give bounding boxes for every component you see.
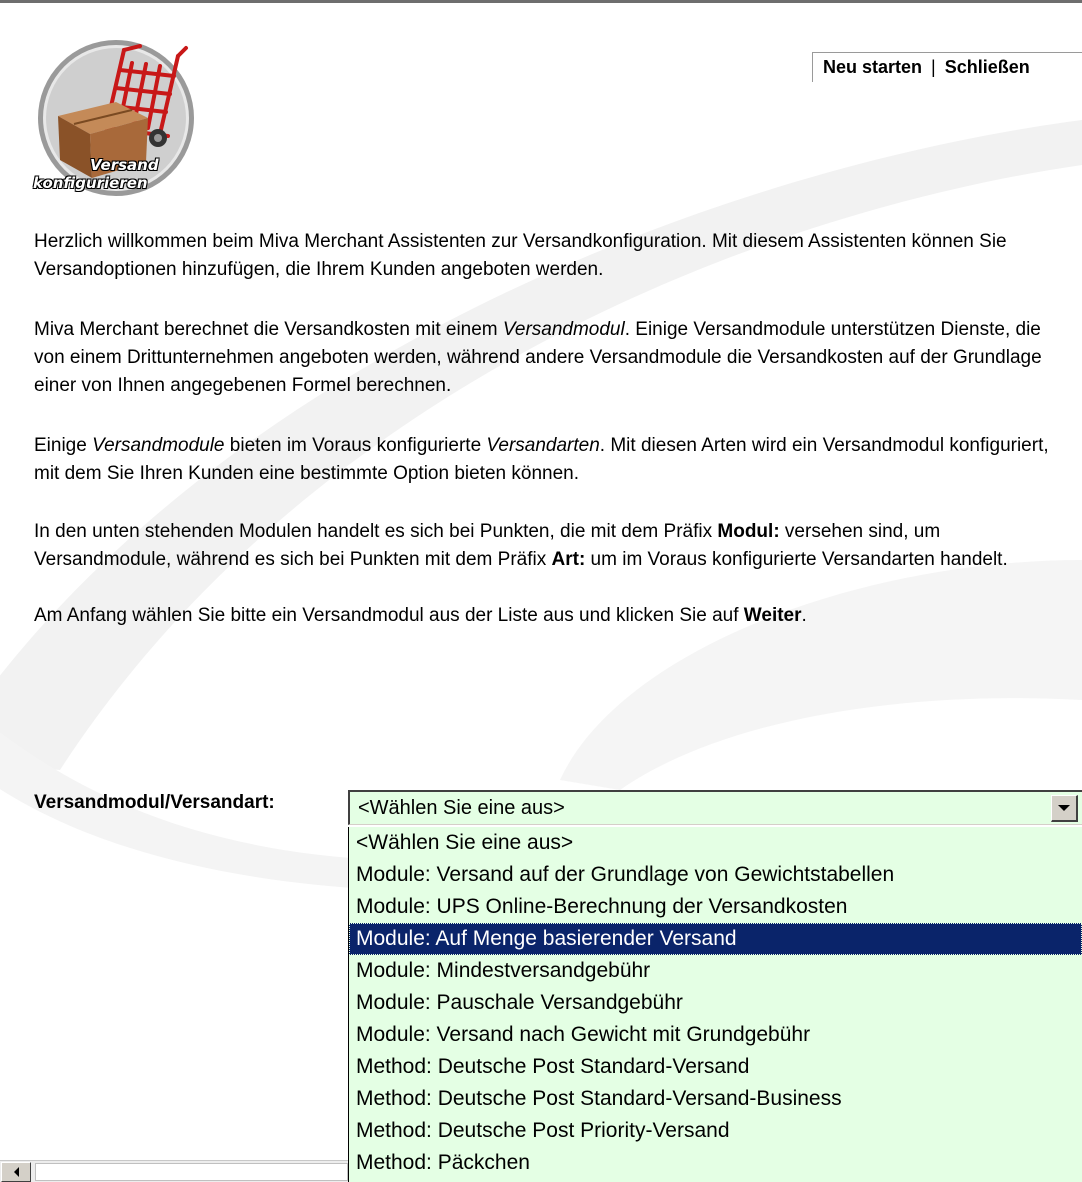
shipping-module-select[interactable]: <Wählen Sie eine aus> (348, 790, 1082, 825)
dropdown-option[interactable]: Method: Deutsche Post Standard-Versand (349, 1051, 1082, 1083)
intro-paragraph-1: Herzlich willkommen beim Miva Merchant A… (34, 231, 1007, 280)
shipping-module-label: Versandmodul/Versandart: (34, 792, 275, 813)
shipping-config-logo: Versand konfigurieren (28, 38, 203, 203)
logo-label-line1: Versand (90, 156, 159, 174)
p3-text-b: bieten im Voraus konfigurierte (224, 435, 487, 456)
p5-strong: Weiter (743, 605, 802, 626)
p2-text-a: Miva Merchant berechnet die Versandkoste… (34, 319, 503, 340)
dropdown-option[interactable]: Method: Päckchen (349, 1147, 1082, 1179)
p3-text-a: Einige (34, 435, 93, 456)
horizontal-scrollbar[interactable] (0, 1160, 348, 1182)
dropdown-option[interactable]: Module: Auf Menge basierender Versand (349, 923, 1082, 955)
dropdown-arrow-button[interactable] (1051, 795, 1078, 822)
intro-paragraph-4: In den unten stehenden Modulen handelt e… (34, 518, 1064, 574)
intro-paragraph-2: Miva Merchant berechnet die Versandkoste… (34, 316, 1064, 400)
dropdown-option[interactable]: Module: Versand auf der Grundlage von Ge… (349, 859, 1082, 891)
top-rule (0, 0, 1082, 3)
scrollbar-thumb[interactable] (35, 1163, 348, 1181)
p4-strong-2: Art: (551, 549, 586, 570)
intro-paragraph-3: Einige Versandmodule bieten im Voraus ko… (34, 432, 1064, 488)
logo-label-line2: konfigurieren (33, 174, 148, 192)
dropdown-option[interactable]: Module: Pauschale Versandgebühr (349, 987, 1082, 1019)
shipping-module-options-list[interactable]: <Wählen Sie eine aus> Module: Versand au… (348, 827, 1082, 1182)
close-link[interactable]: Schließen (945, 57, 1030, 78)
restart-link[interactable]: Neu starten (823, 57, 922, 78)
p2-emphasis: Versandmodul (502, 319, 625, 340)
p3-emphasis-1: Versandmodule (92, 435, 225, 456)
dropdown-option[interactable]: Module: Mindestversandgebühr (349, 955, 1082, 987)
p4-strong-1: Modul: (717, 521, 780, 542)
select-current-value: <Wählen Sie eine aus> (358, 796, 565, 819)
intro-text: Herzlich willkommen beim Miva Merchant A… (34, 228, 1064, 658)
top-links-bar: Neu starten | Schließen (812, 52, 1082, 82)
dropdown-option[interactable]: Module: Versand nach Gewicht mit Grundge… (349, 1019, 1082, 1051)
p5-text-a: Am Anfang wählen Sie bitte ein Versandmo… (34, 605, 744, 626)
intro-paragraph-5: Am Anfang wählen Sie bitte ein Versandmo… (34, 602, 1064, 630)
scroll-left-button[interactable] (1, 1162, 31, 1182)
dropdown-option[interactable]: Module: UPS Online-Berechnung der Versan… (349, 891, 1082, 923)
dropdown-option[interactable]: Method: Deutsche Post Priority-Versand (349, 1115, 1082, 1147)
dropdown-option[interactable]: <Wählen Sie eine aus> (349, 827, 1082, 859)
p4-text-a: In den unten stehenden Modulen handelt e… (34, 521, 718, 542)
chevron-down-icon (1058, 805, 1070, 811)
link-separator: | (931, 57, 936, 77)
p3-emphasis-2: Versandarten (486, 435, 600, 456)
p5-text-b: . (801, 605, 807, 626)
arrow-left-icon (13, 1167, 19, 1177)
p4-text-c: um im Voraus konfigurierte Versandarten … (585, 549, 1008, 570)
dropdown-option[interactable]: Method: Deutsche Post Standard-Versand-B… (349, 1083, 1082, 1115)
